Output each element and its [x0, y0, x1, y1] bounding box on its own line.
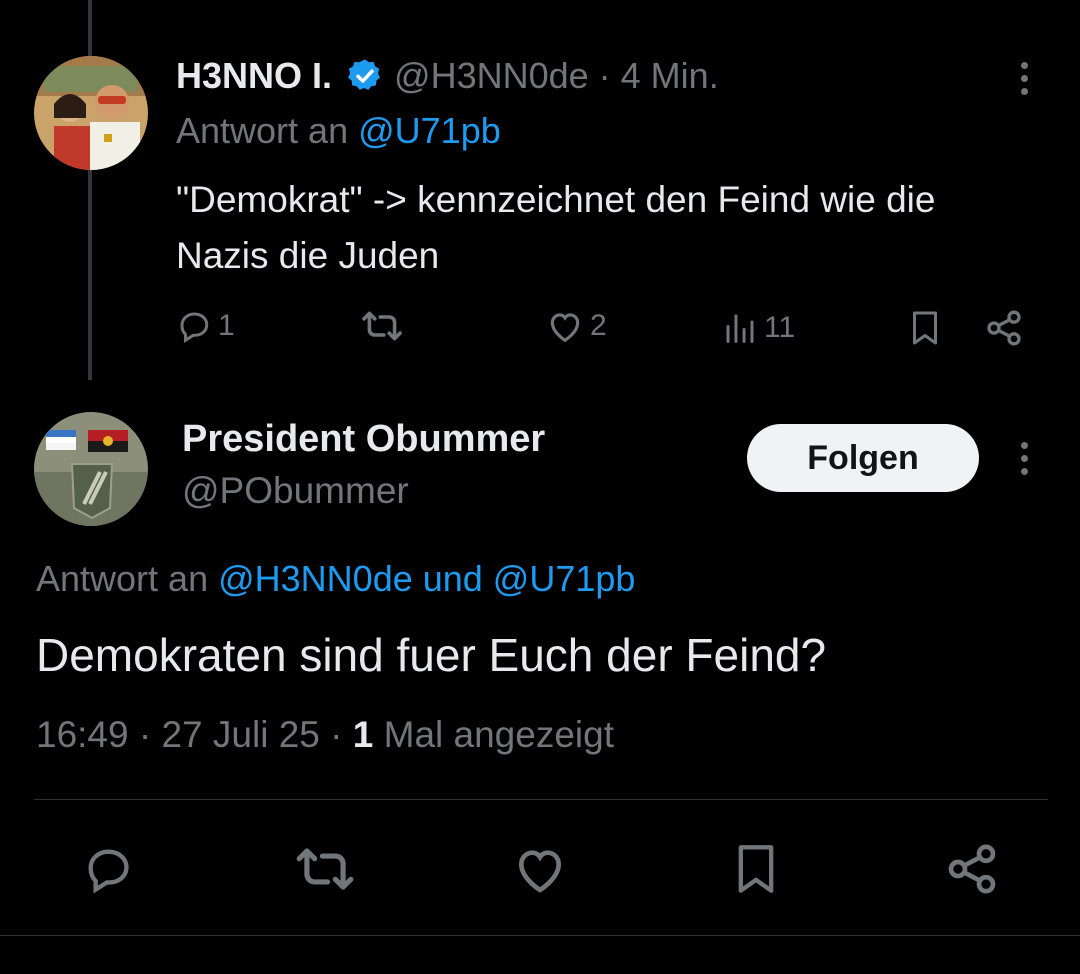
timestamp[interactable]: 16:49 [36, 714, 129, 755]
repost-button[interactable] [294, 843, 356, 895]
separator: · [138, 714, 152, 755]
avatar[interactable] [34, 56, 148, 170]
bookmark-icon [913, 311, 937, 345]
reply-prefix: Antwort an [176, 110, 349, 151]
tweet-text: "Demokrat" -> kennzeichnet den Feind wie… [176, 179, 936, 276]
avatar[interactable] [34, 412, 148, 526]
divider [0, 935, 1080, 936]
more-options-icon[interactable] [1018, 62, 1030, 95]
share-button[interactable] [984, 308, 1024, 348]
views-button[interactable]: 11 [722, 310, 795, 346]
reply-button[interactable] [80, 843, 136, 895]
bookmark-button[interactable] [907, 308, 943, 348]
separator: · [330, 714, 343, 755]
thread-line [88, 0, 92, 58]
reply-context: Antwort an @U71pb [176, 110, 501, 152]
reply-context: Antwort an @H3NN0de und @U71pb [36, 558, 635, 600]
share-button[interactable] [944, 841, 1000, 897]
reply-button[interactable]: 1 [176, 308, 235, 344]
analytics-icon [726, 314, 754, 343]
bookmark-button[interactable] [730, 840, 782, 898]
more-options-icon[interactable] [1018, 442, 1030, 475]
heart-icon [550, 313, 580, 343]
like-count: 2 [590, 309, 607, 342]
heart-icon [518, 850, 562, 893]
view-label: Mal angezeigt [383, 714, 614, 755]
handle[interactable]: @PObummer [182, 470, 409, 512]
display-name[interactable]: President Obummer [182, 418, 545, 461]
bookmark-icon [738, 845, 774, 893]
reply-count: 1 [218, 309, 235, 342]
view-count: 11 [764, 311, 796, 344]
timestamp[interactable]: 4 Min. [621, 55, 719, 97]
reply-icon [88, 849, 129, 894]
follow-button[interactable]: Folgen [747, 424, 979, 492]
tweet-header: H3NNO I. @H3NN0de · 4 Min. [176, 52, 719, 100]
reply-icon [180, 312, 209, 343]
verified-badge-icon [346, 57, 384, 95]
like-button[interactable] [512, 843, 568, 895]
repost-icon [362, 311, 402, 341]
reply-mention-link[interactable]: @U71pb [358, 110, 501, 151]
handle[interactable]: @H3NN0de [394, 55, 589, 97]
repost-button[interactable] [360, 308, 404, 344]
repost-icon [296, 848, 354, 890]
date[interactable]: 27 Juli 25 [161, 714, 319, 755]
display-name[interactable]: H3NNO I. [176, 55, 332, 97]
thread-line [88, 168, 92, 380]
like-button[interactable]: 2 [546, 308, 607, 344]
reply-mention-link[interactable]: @H3NN0de und @U71pb [218, 558, 635, 599]
view-count: 1 [352, 714, 374, 755]
share-icon [987, 310, 1021, 346]
tweet-meta: 16:49 · 27 Juli 25 · 1 Mal angezeigt [36, 714, 614, 756]
separator: · [598, 55, 611, 96]
divider [34, 799, 1048, 800]
share-icon [948, 844, 996, 894]
reply-prefix: Antwort an [36, 558, 209, 599]
tweet-text: Demokraten sind fuer Euch der Feind? [36, 629, 827, 681]
